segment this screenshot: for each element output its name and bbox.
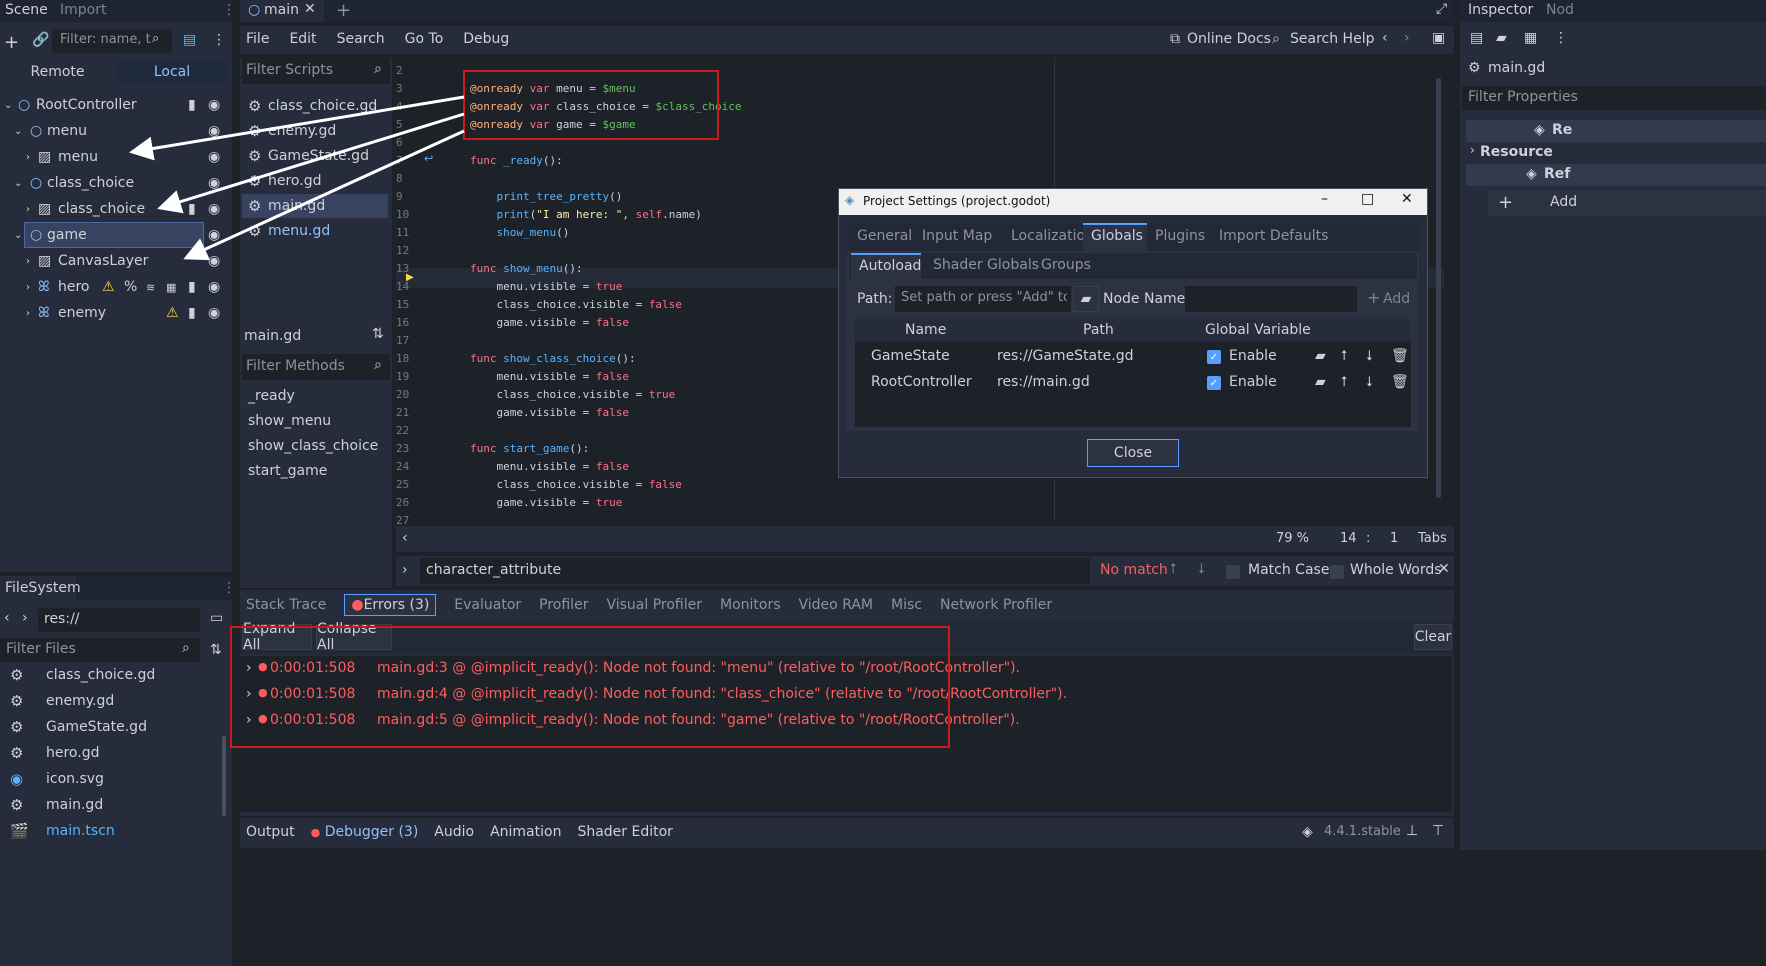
arrow-to-class-choice	[157, 112, 465, 214]
arrow-to-menu	[129, 95, 465, 161]
arrow-to-game	[183, 129, 465, 261]
annotation-arrows	[129, 95, 465, 261]
